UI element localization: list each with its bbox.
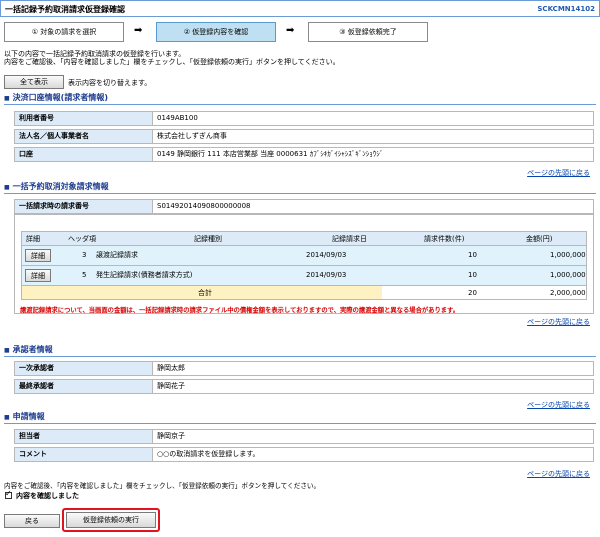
approvers-section-title: 承認者情報 xyxy=(4,344,53,355)
cancel-section-title: 一括予約取消対象請求情報 xyxy=(4,181,109,192)
confirm-label: 内容を確認しました xyxy=(16,492,79,500)
intro-text: 以下の内容で一括記録予約取消請求の仮登録を行います。 内容をご確認後、「内容を確… xyxy=(4,50,340,66)
footer-note: 内容をご確認後、「内容を確認しました」欄をチェックし、「仮登録依頼の実行」ボタン… xyxy=(4,482,321,490)
confirm-checkbox[interactable] xyxy=(5,489,12,499)
arrow-right-icon: ➡ xyxy=(134,25,143,36)
table-row: 詳細 3 譲渡記録請求 2014/09/03 10 1,000,000 xyxy=(21,246,587,266)
application-section-title: 申請情報 xyxy=(4,411,45,422)
info-row: 利用者番号 0149AB100 xyxy=(14,111,594,126)
detail-table: 詳細 ヘッダ項 記録種別 記録請求日 請求件数(件) 金額(円) 詳細 3 譲渡… xyxy=(14,214,594,314)
info-row: 口座 0149 静岡銀行 111 本店営業部 当座 0000631 ｶﾌﾞｼｷｶ… xyxy=(14,147,594,162)
back-button[interactable]: 戻る xyxy=(4,514,60,528)
step-indicator: ① 対象の請求を選択 ➡ ② 仮登録内容を確認 ➡ ③ 仮登録依頼完了 xyxy=(4,22,444,44)
page-top-link[interactable]: ページの先頭に戻る xyxy=(527,168,590,178)
step-3: ③ 仮登録依頼完了 xyxy=(308,22,428,42)
info-row: 一次承認者 静岡太郎 xyxy=(14,361,594,376)
page-title: 一括記録予約取消請求仮登録確認 xyxy=(5,5,125,14)
info-row: コメント ○○の取消請求を仮登録します。 xyxy=(14,447,594,462)
detail-button[interactable]: 詳細 xyxy=(25,269,51,282)
detail-button[interactable]: 詳細 xyxy=(25,249,51,262)
table-row: 詳細 5 発生記録請求(債務者請求方式) 2014/09/03 10 1,000… xyxy=(21,266,587,286)
screen-code: SCKCMN14102 xyxy=(537,5,595,13)
table-header: 詳細 ヘッダ項 記録種別 記録請求日 請求件数(件) 金額(円) xyxy=(21,231,587,246)
page-top-link[interactable]: ページの先頭に戻る xyxy=(527,317,590,327)
step-1: ① 対象の請求を選択 xyxy=(4,22,124,42)
settlement-section-title: 決済口座情報(請求者情報) xyxy=(4,92,108,103)
request-number-row: 一括請求時の請求番号 S01492014090800000008 xyxy=(14,199,594,214)
execute-button[interactable]: 仮登録依頼の実行 xyxy=(66,512,156,528)
total-row: 合計 20 2,000,000 xyxy=(21,286,587,300)
page-top-link[interactable]: ページの先頭に戻る xyxy=(527,469,590,479)
toggle-hint: 表示内容を切り替えます。 xyxy=(68,79,152,87)
show-all-button[interactable]: 全て表示 xyxy=(4,75,64,89)
info-row: 最終承認者 静岡花子 xyxy=(14,379,594,394)
amount-notice: 譲渡記録請求について、当画面の金額は、一括記録請求時の請求ファイル中の債権金額を… xyxy=(20,307,460,314)
step-2: ② 仮登録内容を確認 xyxy=(156,22,276,42)
arrow-right-icon: ➡ xyxy=(286,25,295,36)
info-row: 担当者 静岡京子 xyxy=(14,429,594,444)
info-row: 法人名／個人事業者名 株式会社しずぎん商事 xyxy=(14,129,594,144)
page-top-link[interactable]: ページの先頭に戻る xyxy=(527,400,590,410)
title-bar: 一括記録予約取消請求仮登録確認 SCKCMN14102 xyxy=(0,0,600,17)
